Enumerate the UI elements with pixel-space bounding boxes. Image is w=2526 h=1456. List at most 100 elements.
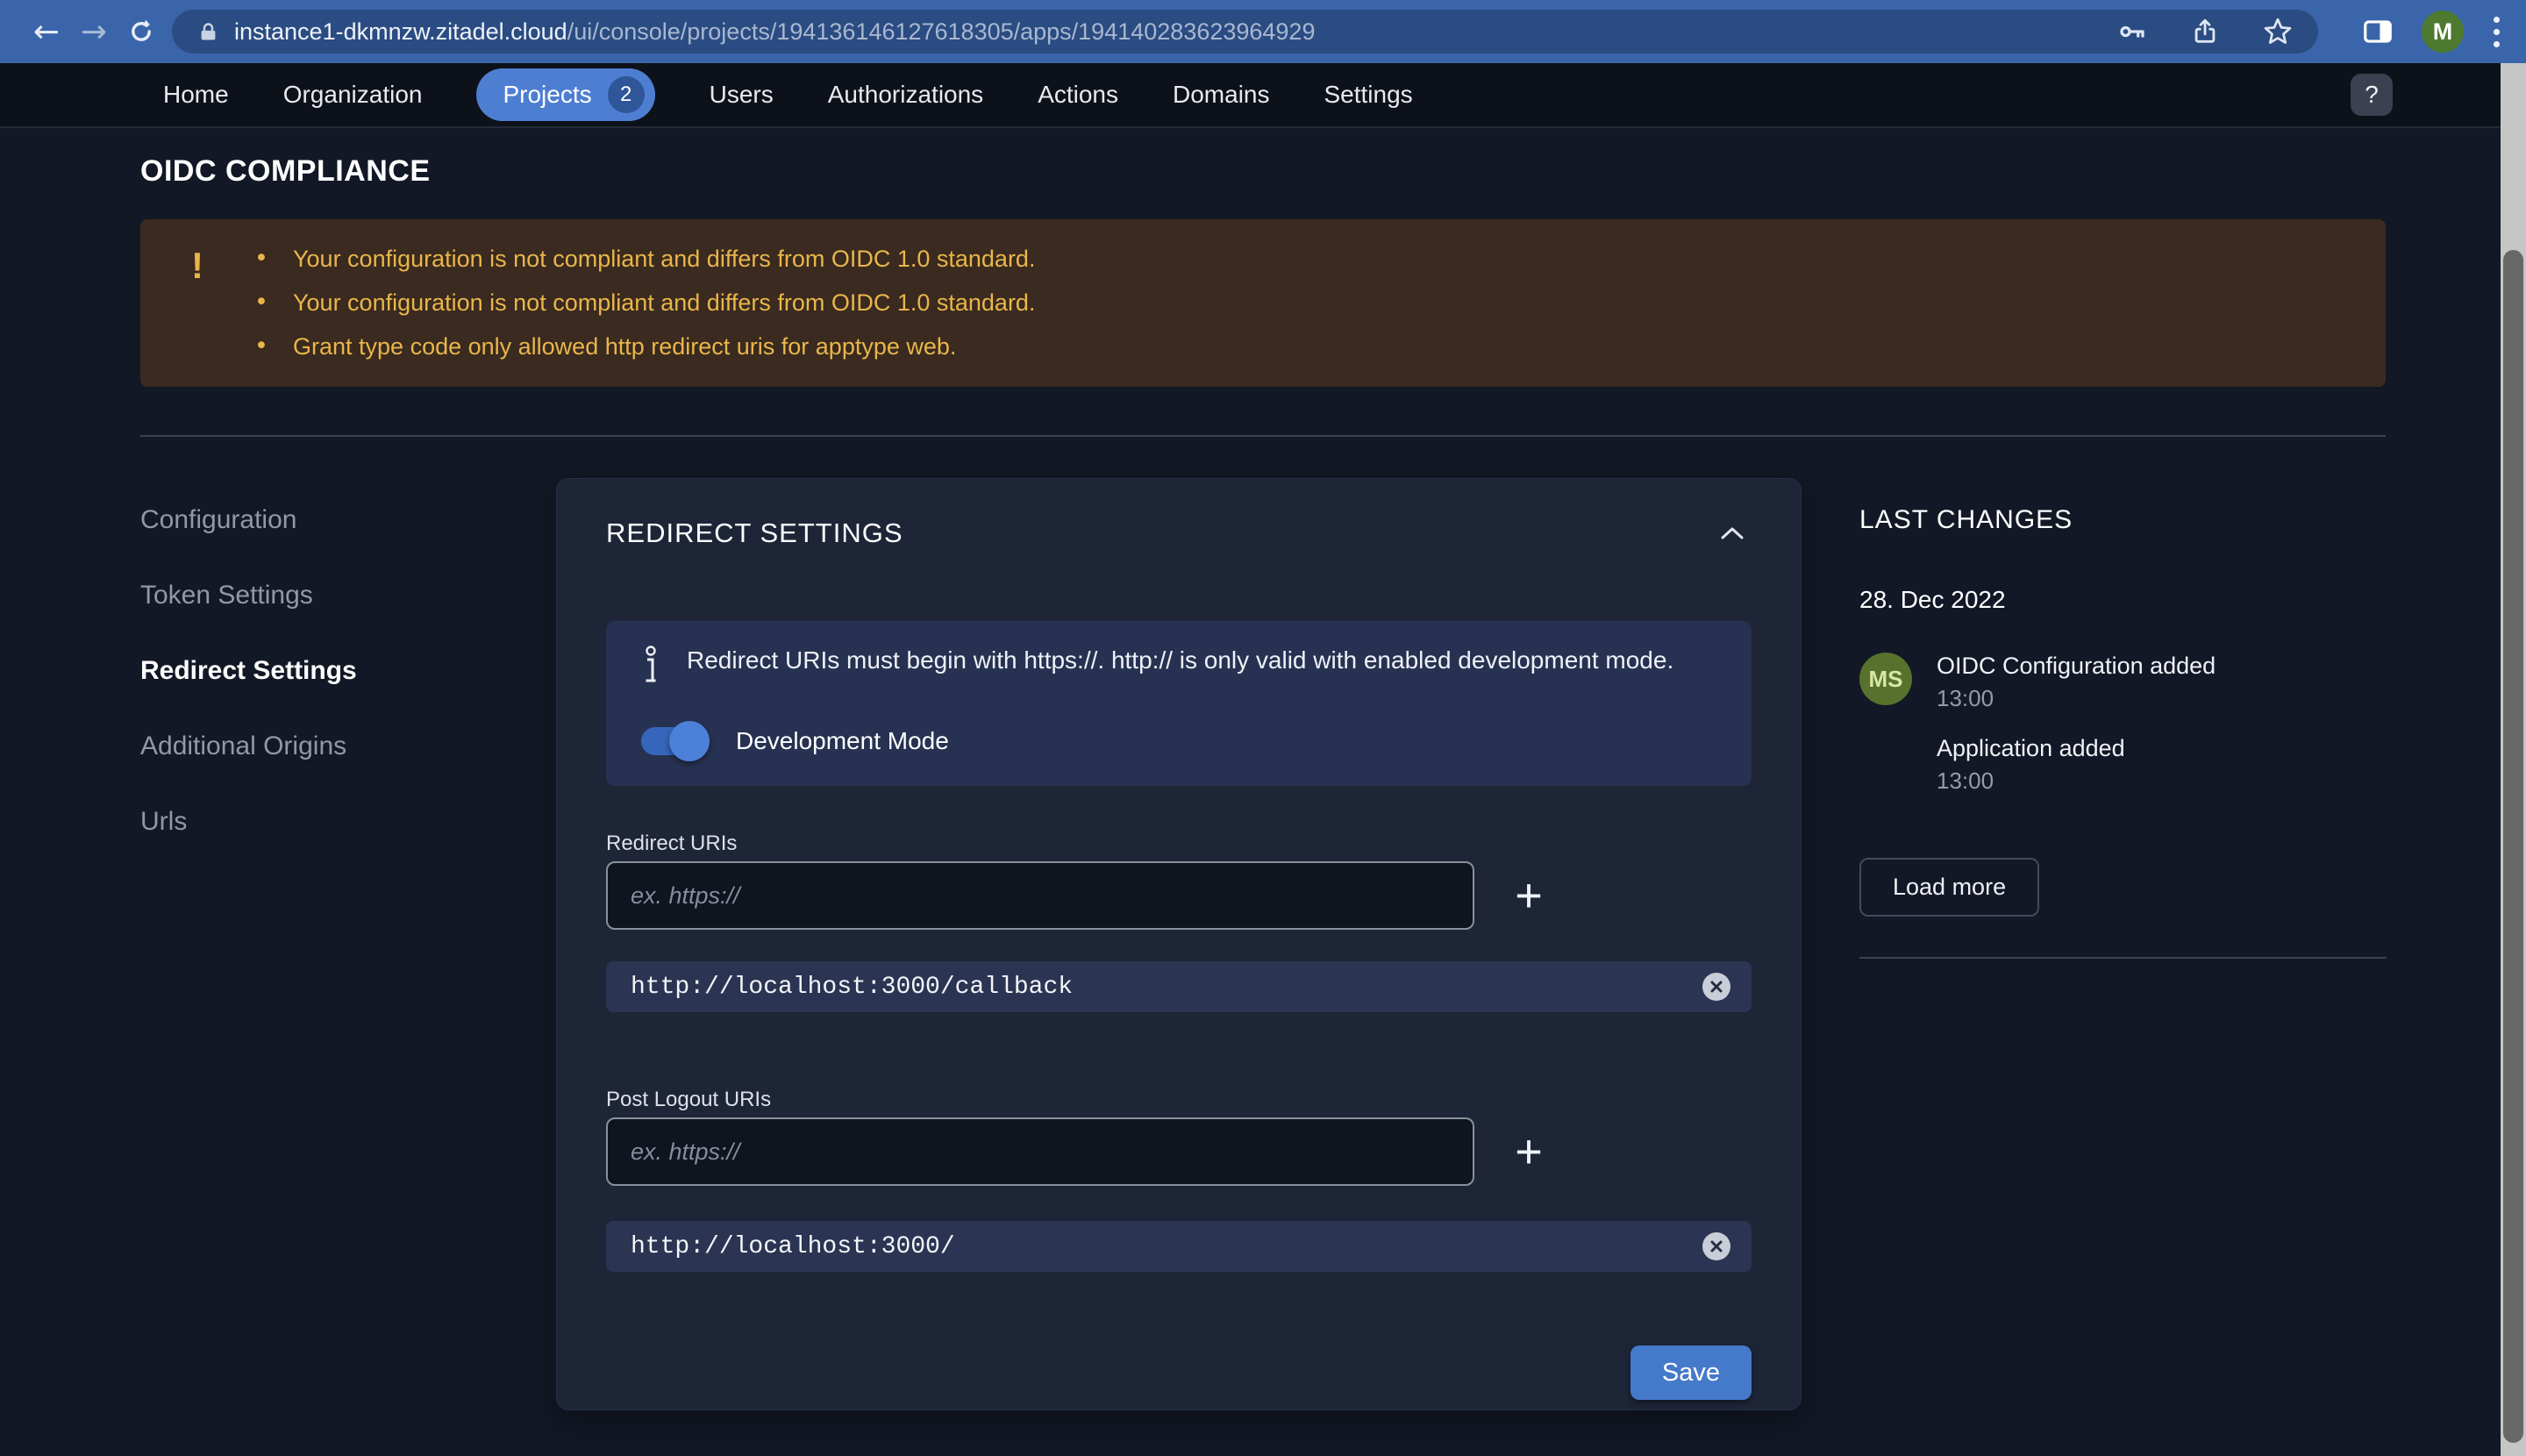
reload-icon [132,19,151,41]
nav-item-users[interactable]: Users [710,81,774,109]
dev-mode-info-box: Redirect URIs must begin with https://. … [606,621,1752,786]
nav-item-projects-label: Projects [503,81,592,108]
change-event: Application added 13:00 [1937,735,2216,795]
sidebar-item-token-settings[interactable]: Token Settings [140,581,509,610]
sidebar-item-configuration[interactable]: Configuration [140,505,509,535]
share-button[interactable] [2190,17,2220,46]
info-row: Redirect URIs must begin with https://. … [641,646,1716,686]
post-logout-input-row: + [606,1117,1752,1186]
dev-mode-toggle-row: Development Mode [641,721,1716,761]
nav-item-home[interactable]: Home [163,81,229,109]
sidebar-item-additional-origins[interactable]: Additional Origins [140,732,509,761]
page-scrollbar-thumb[interactable] [2503,250,2523,1443]
nav-item-organization[interactable]: Organization [283,81,423,109]
dev-mode-label: Development Mode [736,727,949,754]
menu-dot [2494,28,2500,35]
events-column: OIDC Configuration added 13:00 Applicati… [1937,653,2216,795]
changes-entry: MS OIDC Configuration added 13:00 Applic… [1859,653,2387,795]
redirect-uris-label: Redirect URIs [606,831,738,855]
last-changes-title: LAST CHANGES [1859,505,2073,534]
nav-item-domains[interactable]: Domains [1173,81,1269,109]
post-logout-uris-label: Post Logout URIs [606,1088,772,1111]
info-icon [646,646,656,682]
bullet-icon: • [254,332,268,360]
close-icon [1710,981,1723,993]
warning-list: • Your configuration is not compliant an… [254,246,2351,387]
dev-mode-toggle[interactable] [641,721,710,761]
editor-avatar: MS [1859,653,1912,705]
warning-text: Grant type code only allowed http redire… [293,333,957,360]
change-event: OIDC Configuration added 13:00 [1937,653,2216,712]
save-button[interactable]: Save [1630,1345,1752,1400]
console-navbar: Home Organization Projects 2 Users Autho… [0,63,2526,128]
menu-dot [2494,16,2500,23]
projects-count-badge: 2 [607,76,645,113]
menu-dot [2494,40,2500,47]
collapse-button[interactable] [1713,517,1752,549]
info-text: Redirect URIs must begin with https://. … [687,646,1674,674]
add-redirect-uri-button[interactable]: + [1501,871,1557,920]
compliance-warning-box: ! • Your configuration is not compliant … [140,219,2386,387]
settings-side-nav: Configuration Token Settings Redirect Se… [140,505,509,882]
bullet-icon: • [254,245,268,272]
warning-exclamation-icon: ! [191,245,203,286]
changes-date: 28. Dec 2022 [1859,586,2006,613]
side-panel-button[interactable] [2360,15,2395,48]
section-divider [140,435,2386,437]
url-text: instance1-dkmnzw.zitadel.cloud/ui/consol… [234,18,1315,46]
browser-profile-avatar[interactable]: M [2422,11,2464,53]
lock-icon [201,22,216,39]
side-panel-icon [2364,20,2392,43]
nav-item-projects[interactable]: Projects 2 [476,68,655,121]
share-icon [2194,18,2216,43]
redirect-uri-chip: http://localhost:3000/callback [606,961,1752,1012]
browser-forward-button[interactable]: → [70,8,118,55]
help-button[interactable]: ? [2351,74,2393,116]
address-bar[interactable]: instance1-dkmnzw.zitadel.cloud/ui/consol… [172,10,2318,54]
redirect-uri-value: http://localhost:3000/callback [631,973,1074,1001]
page-title: OIDC COMPLIANCE [140,154,431,188]
warning-text: Your configuration is not compliant and … [293,246,1036,272]
save-row: Save [606,1345,1752,1400]
sidebar-item-redirect-settings[interactable]: Redirect Settings [140,656,509,686]
nav-item-actions[interactable]: Actions [1038,81,1118,109]
load-more-button[interactable]: Load more [1859,858,2040,917]
bookmark-button[interactable] [2262,16,2294,47]
add-post-logout-uri-button[interactable]: + [1501,1127,1557,1176]
browser-menu-button[interactable] [2490,13,2503,51]
warning-item: • Your configuration is not compliant an… [254,245,2351,273]
browser-back-button[interactable]: ← [23,8,70,55]
card-header: REDIRECT SETTINGS [606,517,1752,549]
card-title: REDIRECT SETTINGS [606,517,903,548]
event-time: 13:00 [1937,767,1994,794]
sidebar-item-urls[interactable]: Urls [140,807,509,837]
bullet-icon: • [254,289,268,316]
close-icon [1710,1240,1723,1253]
warning-item: • Grant type code only allowed http redi… [254,333,2351,360]
event-title: OIDC Configuration added [1937,653,2216,679]
nav-item-settings[interactable]: Settings [1324,81,1413,109]
page-scrollbar-track[interactable] [2501,63,2526,1456]
browser-toolbar: ← → instance1-dkmnzw.zitadel.cloud/ui/co… [0,0,2526,63]
post-logout-uri-chip: http://localhost:3000/ [606,1221,1752,1272]
nav-item-authorizations[interactable]: Authorizations [828,81,983,109]
event-title: Application added [1937,735,2125,761]
toggle-knob [669,721,710,761]
warning-text: Your configuration is not compliant and … [293,289,1036,316]
browser-reload-button[interactable] [118,8,165,55]
panel-divider [1859,957,2387,959]
chevron-up-icon [1721,527,1744,539]
redirect-uri-input[interactable] [606,861,1474,930]
remove-redirect-uri-button[interactable] [1702,973,1730,1001]
post-logout-uri-value: http://localhost:3000/ [631,1232,955,1260]
warning-item: • Your configuration is not compliant an… [254,289,2351,317]
redirect-settings-card: REDIRECT SETTINGS Redirect URIs must beg… [556,478,1802,1410]
event-time: 13:00 [1937,685,1994,711]
redirect-uris-input-row: + [606,861,1752,930]
url-path: /ui/console/projects/194136146127618305/… [567,18,1316,45]
star-icon [2264,18,2292,44]
post-logout-uri-input[interactable] [606,1117,1474,1186]
remove-post-logout-uri-button[interactable] [1702,1232,1730,1260]
last-changes-panel: LAST CHANGES 28. Dec 2022 MS OIDC Config… [1859,505,2387,959]
password-key-button[interactable] [2116,16,2148,47]
